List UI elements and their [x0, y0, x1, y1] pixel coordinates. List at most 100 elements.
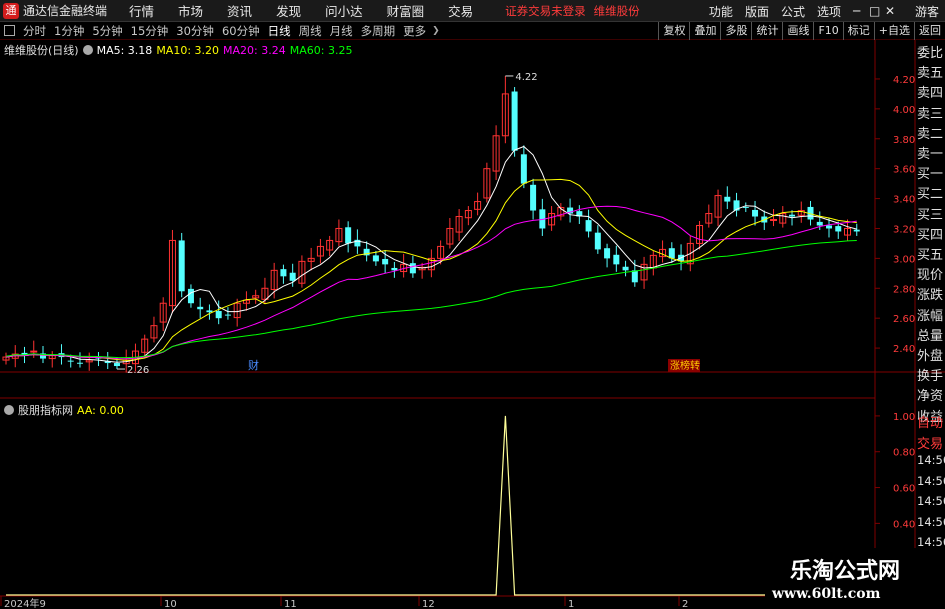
kline-chart[interactable]: 4.20 4.00 3.80 3.60 3.40 3.20 3.00 2.80 2.60 2.40… [0, 40, 945, 609]
period-tab-6[interactable]: 日线 [264, 23, 295, 39]
candle-body-down [604, 248, 611, 259]
maximize-icon[interactable]: □ [863, 4, 880, 18]
menu-item-0[interactable]: 行情 [117, 1, 166, 20]
toolbar-button-2[interactable]: 多股 [720, 22, 751, 40]
sub-tick-label: 1.00 [893, 412, 915, 423]
period-tab-1[interactable]: 1分钟 [50, 23, 88, 39]
candle-body-down [187, 288, 194, 304]
date-tick-label: 10 [164, 599, 177, 609]
period-tab-8[interactable]: 月线 [326, 23, 357, 39]
menu-function[interactable]: 功能 [703, 3, 739, 20]
price-tick-label: 2.40 [893, 344, 915, 355]
menu-item-6[interactable]: 交易 [436, 1, 485, 20]
period-tab-9[interactable]: 多周期 [357, 23, 400, 39]
candle-body-down [178, 240, 185, 292]
sub-tick-label: 0.40 [893, 519, 915, 530]
period-tab-10[interactable]: 更多 [399, 23, 430, 39]
menu-formula[interactable]: 公式 [775, 3, 811, 20]
candle-body-down [289, 272, 296, 281]
toolbar-button-3[interactable]: 统计 [751, 22, 782, 40]
toolbar-button-6[interactable]: 标记 [842, 22, 874, 40]
candle-body-down [816, 221, 823, 226]
toolbar-button-1[interactable]: 叠加 [689, 22, 720, 40]
menu-item-5[interactable]: 财富圈 [375, 1, 437, 20]
candle-body-down [742, 206, 749, 208]
candle-body-down [76, 362, 83, 364]
quote-row-label: 卖一 [917, 147, 944, 162]
quote-row-label: 换手 [917, 369, 944, 385]
candle-body-down [789, 214, 796, 217]
quote-row-label: 涨幅 [917, 308, 944, 324]
trade-time: 14:56 [917, 535, 945, 549]
period-tab-4[interactable]: 30分钟 [172, 23, 218, 39]
price-tick-label: 3.00 [893, 254, 915, 265]
candle-body-down [215, 311, 222, 319]
quote-row-label: 卖二 [917, 126, 944, 142]
quote-row-label: 委比 [917, 46, 944, 61]
quote-row-label: 现价 [917, 268, 944, 284]
date-tick-label: 2 [682, 599, 688, 609]
candle-body-down [372, 255, 379, 262]
period-tab-0[interactable]: 分时 [19, 23, 50, 39]
candle-body-down [826, 225, 833, 229]
price-tick-label: 3.40 [893, 195, 915, 206]
candle-body-down [391, 267, 398, 271]
candle-body-down [752, 209, 759, 217]
sub-tick-label: 0.60 [893, 484, 915, 495]
quote-row-label: 净资 [917, 389, 944, 405]
toolbar-button-0[interactable]: 复权 [658, 22, 689, 40]
candle-body-down [835, 226, 842, 232]
watermark-title: 乐淘公式网 [790, 558, 901, 584]
quote-row-label: 买三 [917, 207, 944, 223]
candle-body-down [724, 196, 731, 202]
date-tick-label: 12 [422, 599, 435, 609]
period-tab-5[interactable]: 60分钟 [218, 23, 264, 39]
candle-body-down [520, 154, 527, 184]
guest-label[interactable]: 游客 [909, 3, 945, 20]
menu-item-4[interactable]: 问小达 [313, 1, 375, 20]
quote-row-label: 买五 [917, 248, 944, 263]
ma20-line [5, 205, 857, 360]
menu-item-2[interactable]: 资讯 [215, 1, 264, 20]
candle-body-down [206, 310, 213, 313]
toolbar-button-4[interactable]: 画线 [782, 22, 813, 40]
candle-body-down [585, 220, 592, 232]
price-tick-label: 2.60 [893, 314, 915, 325]
more-arrow-icon[interactable]: ❯ [432, 26, 440, 36]
toolbar-button-5[interactable]: F10 [813, 22, 842, 40]
low-label: 2.26 [127, 365, 149, 376]
period-tab-2[interactable]: 5分钟 [88, 23, 126, 39]
date-tick-label: 11 [284, 599, 297, 609]
quote-row-label: 买一 [917, 167, 944, 183]
menu-item-1[interactable]: 市场 [166, 1, 215, 20]
menu-layout[interactable]: 版面 [739, 3, 775, 20]
toolbar-button-7[interactable]: +自选 [873, 22, 914, 40]
close-icon[interactable]: ✕ [879, 4, 895, 18]
candle-body-down [409, 263, 416, 274]
zhang-marker: 涨榜转 [670, 359, 700, 372]
menu-item-3[interactable]: 发现 [264, 1, 313, 20]
trade-label: 交易 [917, 436, 944, 452]
candle-body-down [668, 248, 675, 259]
minimize-icon[interactable]: ─ [847, 4, 863, 18]
period-tab-7[interactable]: 周线 [295, 23, 326, 39]
candle-body-down [197, 306, 204, 310]
price-tick-label: 2.80 [893, 284, 915, 295]
main-menu: 行情 市场 资讯 发现 问小达 财富圈 交易 [117, 1, 485, 20]
menu-options[interactable]: 选项 [811, 3, 847, 20]
quote-row-label: 涨跌 [917, 288, 944, 304]
candle-body-up [770, 219, 778, 222]
price-tick-label: 3.20 [893, 224, 915, 235]
panel-toggle-icon[interactable] [4, 25, 15, 36]
login-notice[interactable]: 证券交易未登录 [505, 3, 586, 19]
app-logo-icon: 通 [3, 2, 19, 19]
aa-indicator-line [6, 415, 857, 596]
toolbar-button-8[interactable]: 返回 [914, 22, 945, 40]
period-tab-3[interactable]: 15分钟 [127, 23, 173, 39]
watermark-url: www.60lt.com [772, 586, 881, 602]
trade-time: 14:56 [917, 473, 945, 488]
quote-row-label: 外盘 [917, 349, 944, 364]
trade-label: 自动 [917, 416, 944, 431]
quote-row-label: 买二 [917, 187, 944, 203]
candle-body-down [622, 266, 629, 271]
